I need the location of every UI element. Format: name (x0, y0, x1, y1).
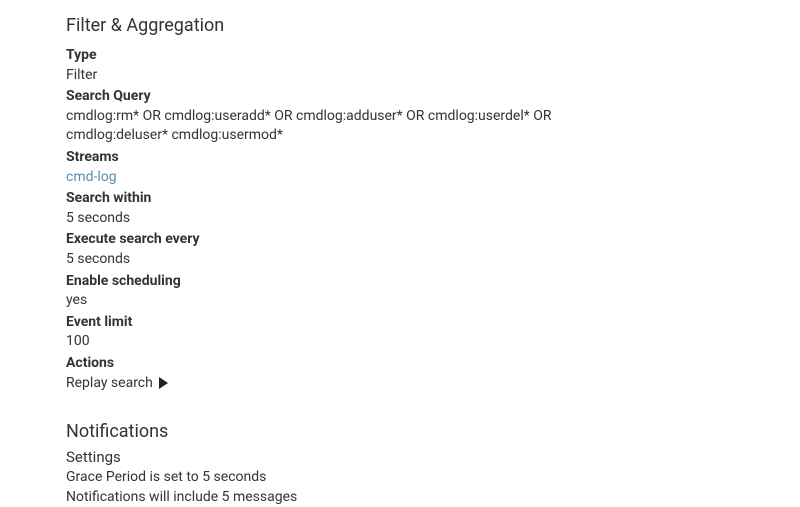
execute-every-value: 5 seconds (66, 250, 656, 270)
event-limit-label: Event limit (66, 313, 800, 333)
search-query-value: cmdlog:rm* OR cmdlog:useradd* OR cmdlog:… (66, 107, 656, 146)
enable-scheduling-label: Enable scheduling (66, 272, 800, 292)
execute-every-label: Execute search every (66, 230, 800, 250)
filter-definition-list: Type Filter Search Query cmdlog:rm* OR c… (66, 46, 800, 393)
streams-label: Streams (66, 148, 800, 168)
stream-link-cmd-log[interactable]: cmd-log (66, 169, 117, 185)
notifications-heading: Notifications (66, 421, 800, 442)
actions-value: Replay search (66, 374, 656, 394)
filter-aggregation-heading: Filter & Aggregation (66, 15, 800, 36)
search-within-value: 5 seconds (66, 209, 656, 229)
actions-label: Actions (66, 354, 800, 374)
search-within-label: Search within (66, 189, 800, 209)
play-icon (159, 377, 168, 389)
type-label: Type (66, 46, 800, 66)
event-limit-value: 100 (66, 332, 656, 352)
replay-search-button[interactable]: Replay search (66, 374, 168, 394)
replay-search-label: Replay search (66, 374, 153, 394)
grace-period-text: Grace Period is set to 5 seconds (66, 468, 800, 488)
streams-value: cmd-log (66, 168, 656, 188)
include-messages-text: Notifications will include 5 messages (66, 488, 800, 507)
settings-heading: Settings (66, 448, 800, 466)
search-query-label: Search Query (66, 87, 800, 107)
type-value: Filter (66, 66, 656, 86)
enable-scheduling-value: yes (66, 291, 656, 311)
